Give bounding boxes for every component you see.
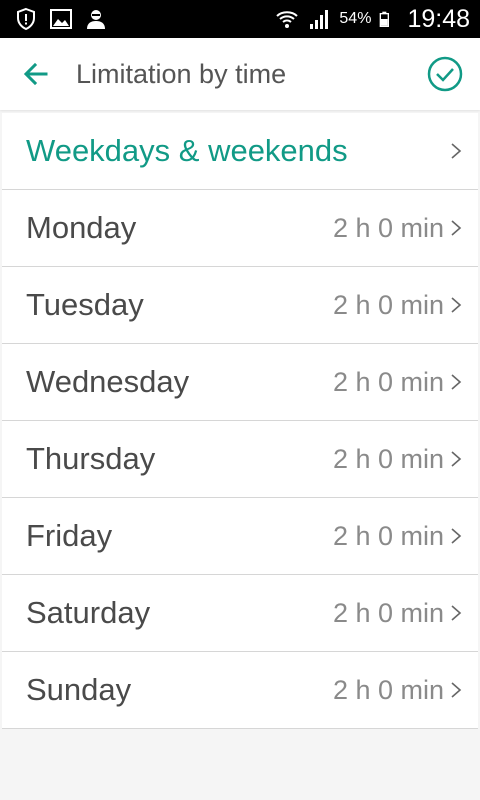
day-label: Friday	[26, 518, 113, 553]
chevron-right-icon	[451, 451, 462, 467]
day-label: Tuesday	[26, 287, 144, 322]
arrow-left-icon[interactable]	[18, 56, 54, 92]
day-limit-value: 2 h 0 min	[332, 444, 444, 474]
battery-icon	[380, 11, 390, 27]
day-label: Saturday	[26, 595, 151, 630]
app-bar: Limitation by time	[0, 38, 480, 110]
clock: 19:48	[407, 4, 470, 33]
day-row-thursday[interactable]: Thursday 2 h 0 min	[2, 421, 478, 498]
check-circle-icon[interactable]	[426, 55, 464, 93]
chevron-right-icon	[451, 374, 462, 390]
day-row-wednesday[interactable]: Wednesday 2 h 0 min	[2, 344, 478, 421]
weekdays-weekends-row[interactable]: Weekdays & weekends	[2, 113, 478, 190]
alert-shield-icon	[17, 7, 35, 31]
status-bar-right: 54% 19:48	[275, 0, 470, 38]
day-row-friday[interactable]: Friday 2 h 0 min	[2, 498, 478, 575]
status-bar-left-icons	[14, 7, 108, 31]
day-row-tuesday[interactable]: Tuesday 2 h 0 min	[2, 267, 478, 344]
weekdays-weekends-label: Weekdays & weekends	[26, 133, 348, 168]
day-label: Thursday	[26, 441, 156, 476]
avatar-icon	[87, 10, 105, 29]
chevron-right-icon	[451, 143, 462, 159]
day-limit-list: Weekdays & weekends Monday 2 h 0 min Tuesd…	[2, 113, 478, 729]
day-row-monday[interactable]: Monday 2 h 0 min	[2, 190, 478, 267]
day-label: Sunday	[26, 672, 132, 707]
day-label: Monday	[26, 210, 137, 245]
day-row-saturday[interactable]: Saturday 2 h 0 min	[2, 575, 478, 652]
day-limit-value: 2 h 0 min	[332, 290, 444, 320]
page-title: Limitation by time	[76, 59, 287, 89]
day-limit-value: 2 h 0 min	[332, 675, 444, 705]
day-limit-value: 2 h 0 min	[332, 367, 444, 397]
day-limit-value: 2 h 0 min	[332, 213, 444, 243]
day-label: Wednesday	[26, 364, 190, 399]
status-bar: 54% 19:48	[0, 0, 480, 38]
chevron-right-icon	[451, 220, 462, 236]
image-icon	[50, 9, 72, 29]
day-limit-value: 2 h 0 min	[332, 598, 444, 628]
wifi-icon	[276, 11, 299, 28]
chevron-right-icon	[451, 605, 462, 621]
day-limit-value: 2 h 0 min	[332, 521, 444, 551]
chevron-right-icon	[451, 297, 462, 313]
battery-percentage: 54%	[339, 10, 372, 27]
chevron-right-icon	[451, 682, 462, 698]
chevron-right-icon	[451, 528, 462, 544]
signal-icon	[310, 10, 329, 29]
day-row-sunday[interactable]: Sunday 2 h 0 min	[2, 652, 478, 729]
